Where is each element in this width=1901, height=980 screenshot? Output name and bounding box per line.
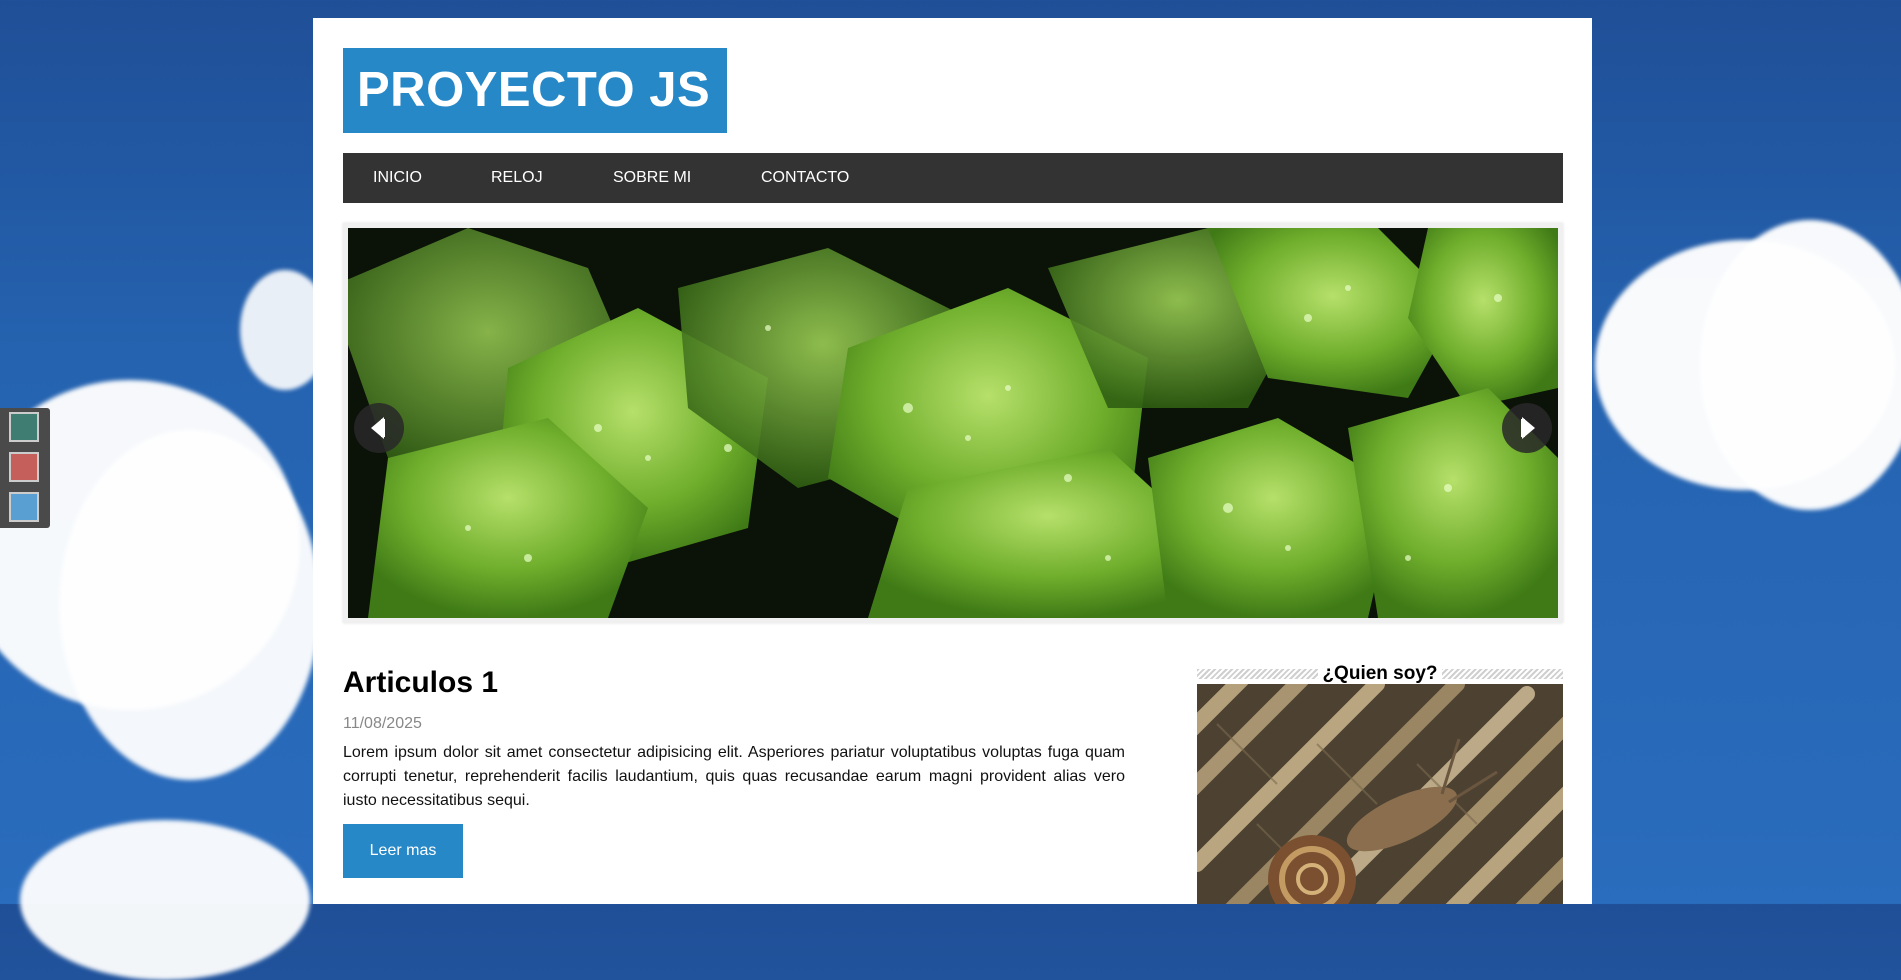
nav-item-contacto[interactable]: CONTACTO bbox=[761, 153, 849, 203]
about-heading: ¿Quien soy? bbox=[1197, 662, 1563, 686]
main-nav: INICIO RELOJ SOBRE MI CONTACTO bbox=[343, 153, 1563, 203]
theme-red-button[interactable] bbox=[9, 452, 39, 482]
slider-next-button[interactable] bbox=[1502, 403, 1552, 453]
read-more-button[interactable]: Leer mas bbox=[343, 824, 463, 878]
image-slider bbox=[343, 223, 1563, 623]
theme-blue-button[interactable] bbox=[9, 492, 39, 522]
article-excerpt: Lorem ipsum dolor sit amet consectetur a… bbox=[343, 744, 1125, 809]
theme-green-button[interactable] bbox=[9, 412, 39, 442]
page-container: PROYECTO JS INICIO RELOJ SOBRE MI CONTAC… bbox=[313, 18, 1592, 904]
site-logo[interactable]: PROYECTO JS bbox=[343, 48, 727, 133]
article-title[interactable]: Articulos 1 bbox=[343, 666, 498, 700]
nav-item-reloj[interactable]: RELOJ bbox=[491, 153, 543, 203]
article-date: 11/08/2025 bbox=[343, 715, 422, 732]
theme-switcher bbox=[0, 408, 50, 528]
slider-prev-button[interactable] bbox=[354, 403, 404, 453]
nav-item-inicio[interactable]: INICIO bbox=[373, 153, 422, 203]
nav-item-sobre-mi[interactable]: SOBRE MI bbox=[613, 153, 691, 203]
about-image-snail bbox=[1197, 684, 1563, 904]
slide-image-leaves bbox=[348, 228, 1558, 618]
about-title: ¿Quien soy? bbox=[1318, 663, 1442, 684]
